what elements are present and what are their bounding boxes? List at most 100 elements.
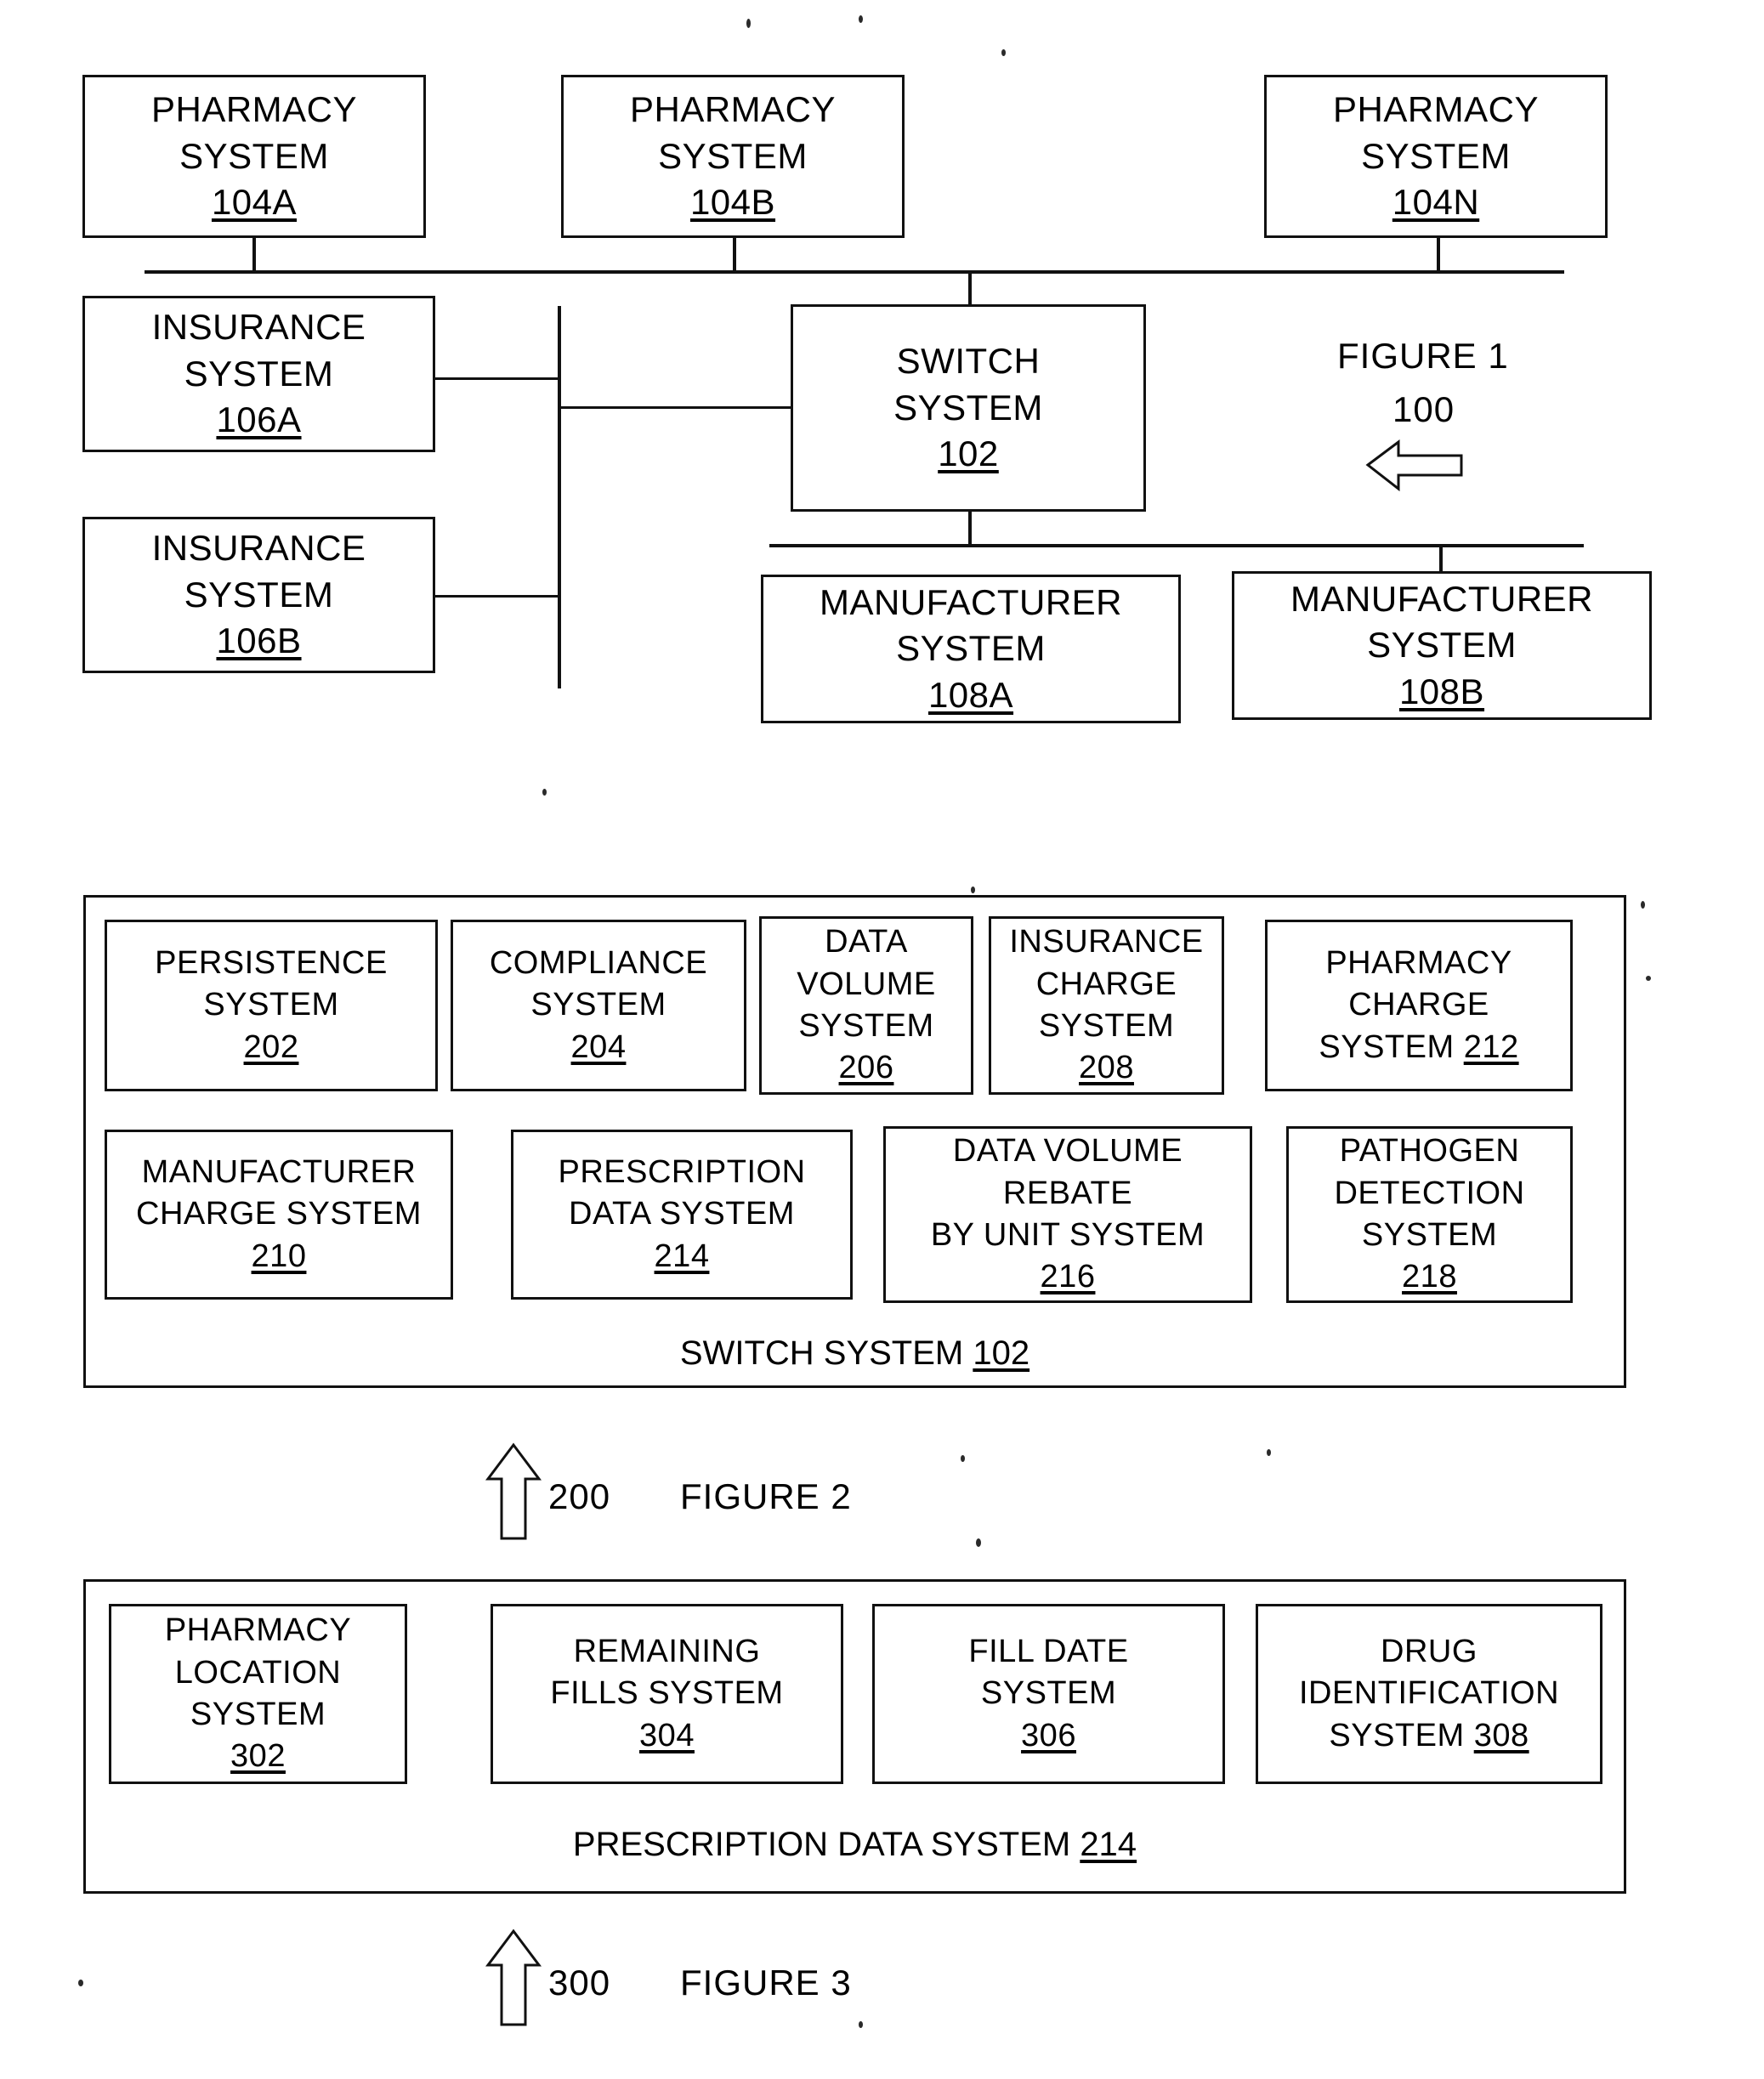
figure3-container-label-text: PRESCRIPTION DATA SYSTEM bbox=[572, 1826, 1081, 1863]
node-manufacturer-system-108b[interactable]: MANUFACTURER SYSTEM 108B bbox=[1232, 571, 1652, 720]
node-reference-numeral: 104A bbox=[211, 182, 298, 223]
node-line-1: PHARMACY bbox=[150, 89, 358, 130]
node-reference-numeral: 212 bbox=[1463, 1028, 1519, 1065]
node-line-1: PHARMACY bbox=[1332, 89, 1540, 130]
node-reference-numeral: 106B bbox=[216, 620, 302, 661]
node-line-3: SYSTEM bbox=[1361, 1217, 1498, 1253]
node-reference-numeral: 208 bbox=[1079, 1050, 1134, 1086]
figure1-link-insurance-b bbox=[435, 595, 561, 598]
node-pathogen-detection-system-218[interactable]: PATHOGEN DETECTION SYSTEM 218 bbox=[1286, 1126, 1573, 1303]
scan-speck bbox=[542, 789, 547, 796]
figure3-container-label: PRESCRIPTION DATA SYSTEM 214 bbox=[83, 1826, 1626, 1864]
node-compliance-system-204[interactable]: COMPLIANCE SYSTEM 204 bbox=[451, 920, 746, 1091]
scan-speck bbox=[1267, 1449, 1271, 1456]
node-insurance-system-106a[interactable]: INSURANCE SYSTEM 106A bbox=[82, 296, 435, 452]
node-reference-numeral: 216 bbox=[1040, 1259, 1096, 1295]
scan-speck bbox=[1641, 901, 1645, 909]
node-line-2: VOLUME bbox=[797, 966, 936, 1002]
node-line-2: CHARGE bbox=[1348, 987, 1489, 1023]
node-line-1: DATA VOLUME bbox=[952, 1133, 1183, 1170]
node-insurance-system-106b[interactable]: INSURANCE SYSTEM 106B bbox=[82, 517, 435, 673]
node-remaining-fills-system-304[interactable]: REMAINING FILLS SYSTEM 304 bbox=[491, 1604, 843, 1784]
figure1-pharmacy-bus-line bbox=[145, 270, 1564, 274]
node-line-2: SYSTEM bbox=[179, 135, 329, 176]
node-line-3: SYSTEM bbox=[190, 1697, 326, 1732]
node-line-2: SYSTEM bbox=[1367, 625, 1517, 666]
node-line-3-text: SYSTEM bbox=[1329, 1717, 1474, 1753]
figure1-link-rail-to-switch bbox=[558, 406, 791, 409]
node-pharmacy-system-104n[interactable]: PHARMACY SYSTEM 104N bbox=[1264, 75, 1608, 238]
figure1-stub-pharmacy-n bbox=[1437, 238, 1440, 272]
node-data-volume-system-206[interactable]: DATA VOLUME SYSTEM 206 bbox=[759, 916, 973, 1095]
node-drug-identification-system-308[interactable]: DRUG IDENTIFICATION SYSTEM 308 bbox=[1256, 1604, 1602, 1784]
node-insurance-charge-system-208[interactable]: INSURANCE CHARGE SYSTEM 208 bbox=[989, 916, 1224, 1095]
node-reference-numeral: 308 bbox=[1473, 1717, 1529, 1753]
node-prescription-data-system-214[interactable]: PRESCRIPTION DATA SYSTEM 214 bbox=[511, 1130, 853, 1300]
node-line-2: SYSTEM bbox=[980, 1675, 1117, 1712]
node-reference-numeral: 104N bbox=[1392, 182, 1480, 223]
node-line-1: MANUFACTURER bbox=[819, 581, 1122, 622]
node-line-1: PHARMACY bbox=[629, 89, 837, 130]
node-line-2: DETECTION bbox=[1334, 1175, 1525, 1211]
node-line-2: CHARGE bbox=[1035, 966, 1177, 1002]
node-data-volume-rebate-by-unit-system-216[interactable]: DATA VOLUME REBATE BY UNIT SYSTEM 216 bbox=[883, 1126, 1252, 1303]
node-reference-numeral: 106A bbox=[216, 399, 302, 440]
figure2-container-label-text: SWITCH SYSTEM bbox=[679, 1334, 973, 1372]
figure3-container-reference-numeral: 214 bbox=[1080, 1826, 1137, 1863]
node-fill-date-system-306[interactable]: FILL DATE SYSTEM 306 bbox=[872, 1604, 1225, 1784]
node-reference-numeral: 202 bbox=[243, 1028, 299, 1065]
node-reference-numeral: 214 bbox=[654, 1238, 710, 1274]
figure1-left-arrow-icon bbox=[1365, 439, 1463, 492]
figure1-trunk-to-switch bbox=[968, 270, 972, 306]
node-line-1: FILL DATE bbox=[968, 1633, 1129, 1669]
node-line-1: MANUFACTURER bbox=[1290, 578, 1593, 619]
node-reference-numeral: 204 bbox=[570, 1028, 627, 1065]
scan-speck bbox=[859, 15, 863, 23]
node-pharmacy-system-104b[interactable]: PHARMACY SYSTEM 104B bbox=[561, 75, 905, 238]
figure3-reference-numeral: 300 bbox=[548, 1963, 611, 2003]
scan-speck bbox=[78, 1980, 83, 1986]
node-line-2: DATA SYSTEM bbox=[569, 1196, 795, 1232]
scan-speck bbox=[1001, 49, 1006, 56]
figure1-link-insurance-a bbox=[435, 377, 561, 380]
figure1-stub-pharmacy-a bbox=[252, 238, 256, 272]
node-line-3-with-ref: SYSTEM 212 bbox=[1319, 1027, 1518, 1068]
node-line-2: CHARGE SYSTEM bbox=[136, 1196, 422, 1232]
node-line-2: SYSTEM bbox=[1361, 135, 1511, 176]
node-pharmacy-system-104a[interactable]: PHARMACY SYSTEM 104A bbox=[82, 75, 426, 238]
node-reference-numeral: 108B bbox=[1398, 671, 1485, 711]
node-line-1: DRUG bbox=[1381, 1633, 1478, 1669]
node-pharmacy-location-system-302[interactable]: PHARMACY LOCATION SYSTEM 302 bbox=[109, 1604, 407, 1784]
scan-speck bbox=[1646, 976, 1651, 981]
node-reference-numeral: 218 bbox=[1402, 1259, 1457, 1295]
patent-drawing-sheet: PHARMACY SYSTEM 104A PHARMACY SYSTEM 104… bbox=[0, 0, 1764, 2079]
node-line-2: SYSTEM bbox=[203, 987, 339, 1023]
node-switch-system-102[interactable]: SWITCH SYSTEM 102 bbox=[791, 304, 1146, 512]
node-reference-numeral: 104B bbox=[689, 182, 776, 223]
node-reference-numeral: 306 bbox=[1021, 1717, 1076, 1753]
node-line-3: SYSTEM bbox=[1038, 1008, 1175, 1044]
node-line-2: REBATE bbox=[1002, 1175, 1133, 1211]
node-pharmacy-charge-system-212[interactable]: PHARMACY CHARGE SYSTEM 212 bbox=[1265, 920, 1573, 1091]
figure2-container-reference-numeral: 102 bbox=[973, 1334, 1030, 1372]
scan-speck bbox=[976, 1538, 981, 1547]
node-line-1: PHARMACY bbox=[1325, 944, 1512, 981]
figure1-reference-numeral: 100 bbox=[1392, 389, 1455, 429]
scan-speck bbox=[961, 1455, 965, 1462]
node-line-2: SYSTEM bbox=[658, 135, 808, 176]
node-line-3-with-ref: SYSTEM 308 bbox=[1329, 1715, 1529, 1757]
node-persistence-system-202[interactable]: PERSISTENCE SYSTEM 202 bbox=[105, 920, 438, 1091]
node-line-3-text: SYSTEM bbox=[1319, 1028, 1464, 1065]
node-line-1: REMAINING bbox=[573, 1633, 761, 1669]
node-manufacturer-charge-system-210[interactable]: MANUFACTURER CHARGE SYSTEM 210 bbox=[105, 1130, 453, 1300]
node-line-1: INSURANCE bbox=[151, 307, 366, 348]
figure3-caption: FIGURE 3 bbox=[680, 1963, 852, 2003]
node-line-3: BY UNIT SYSTEM bbox=[930, 1217, 1205, 1253]
node-line-3: SYSTEM bbox=[798, 1008, 934, 1044]
node-manufacturer-system-108a[interactable]: MANUFACTURER SYSTEM 108A bbox=[761, 575, 1181, 723]
node-line-1: SWITCH bbox=[896, 341, 1041, 382]
scan-speck bbox=[971, 887, 975, 893]
figure2-caption: FIGURE 2 bbox=[680, 1476, 852, 1516]
figure1-insurance-rail bbox=[558, 306, 561, 688]
node-line-1: PHARMACY bbox=[164, 1612, 352, 1649]
